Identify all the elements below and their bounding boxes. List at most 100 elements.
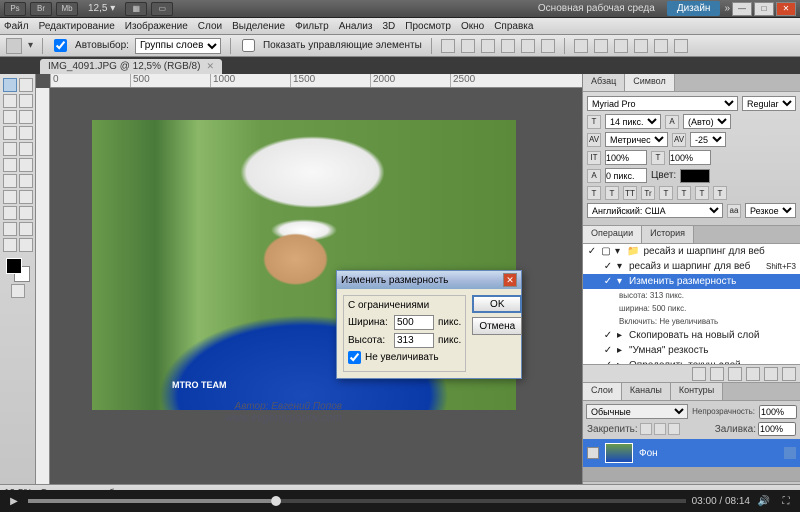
- tab-close-icon[interactable]: ✕: [206, 61, 214, 72]
- menu-help[interactable]: Справка: [494, 21, 533, 32]
- path-tool[interactable]: [3, 206, 17, 220]
- play-button[interactable]: ▶: [6, 493, 22, 509]
- move-tool[interactable]: [3, 78, 17, 92]
- menu-image[interactable]: Изображение: [125, 21, 188, 32]
- menu-filter[interactable]: Фильтр: [295, 21, 329, 32]
- minimize-button[interactable]: —: [732, 2, 752, 16]
- distribute-icon[interactable]: [654, 39, 668, 53]
- align-icon[interactable]: [541, 39, 555, 53]
- zoom-tool[interactable]: [19, 238, 33, 252]
- style-smallcaps-icon[interactable]: Tr: [641, 186, 655, 200]
- app-icon-br[interactable]: Br: [30, 2, 52, 16]
- menu-window[interactable]: Окно: [461, 21, 484, 32]
- gradient-tool[interactable]: [19, 158, 33, 172]
- action-step-selected[interactable]: ✓▾Изменить размерность: [583, 274, 800, 289]
- menu-3d[interactable]: 3D: [382, 21, 395, 32]
- hscale-input[interactable]: [669, 150, 711, 165]
- lock-pixels-icon[interactable]: [640, 423, 652, 435]
- quickmask-tool[interactable]: [11, 284, 25, 298]
- width-input[interactable]: [394, 315, 434, 330]
- fill-input[interactable]: [758, 422, 796, 436]
- lock-position-icon[interactable]: [654, 423, 666, 435]
- menu-file[interactable]: Файл: [4, 21, 29, 32]
- seek-knob[interactable]: [271, 496, 281, 506]
- ok-button[interactable]: OK: [472, 295, 522, 313]
- align-icon[interactable]: [461, 39, 475, 53]
- style-italic-icon[interactable]: T: [605, 186, 619, 200]
- menu-analysis[interactable]: Анализ: [339, 21, 373, 32]
- eraser-tool[interactable]: [3, 158, 17, 172]
- crop-tool[interactable]: [3, 110, 17, 124]
- dialog-titlebar[interactable]: Изменить размерность ✕: [337, 271, 521, 289]
- workspace-design-button[interactable]: Дизайн: [667, 1, 721, 16]
- distribute-icon[interactable]: [674, 39, 688, 53]
- autoselect-type-dropdown[interactable]: Группы слоев: [135, 38, 221, 54]
- menu-layer[interactable]: Слои: [198, 21, 222, 32]
- autoselect-checkbox[interactable]: [54, 39, 67, 52]
- tab-channels[interactable]: Каналы: [622, 383, 671, 400]
- tab-layers[interactable]: Слои: [583, 383, 622, 400]
- fullscreen-icon[interactable]: ⛶: [778, 493, 794, 509]
- no-upscale-checkbox[interactable]: [348, 351, 361, 364]
- layer-item[interactable]: Фон: [583, 439, 800, 467]
- distribute-icon[interactable]: [594, 39, 608, 53]
- foreground-color[interactable]: [6, 258, 22, 274]
- blend-mode-dropdown[interactable]: Обычные: [586, 404, 688, 419]
- visibility-icon[interactable]: [587, 447, 599, 459]
- wand-tool[interactable]: [19, 94, 33, 108]
- tracking-dropdown[interactable]: -25: [690, 132, 726, 147]
- action-step[interactable]: ✓▸"Умная" резкость: [583, 343, 800, 358]
- cancel-button[interactable]: Отмена: [472, 317, 522, 335]
- align-icon[interactable]: [481, 39, 495, 53]
- menu-view[interactable]: Просмотр: [405, 21, 451, 32]
- record-icon[interactable]: [710, 367, 724, 381]
- menu-select[interactable]: Выделение: [232, 21, 285, 32]
- style-sub-icon[interactable]: T: [677, 186, 691, 200]
- distribute-icon[interactable]: [614, 39, 628, 53]
- screen-icon[interactable]: ▭: [151, 2, 173, 16]
- action-set[interactable]: ✓▢▾📁ресайз и шарпинг для веб: [583, 244, 800, 259]
- font-family-dropdown[interactable]: Myriad Pro: [587, 96, 738, 111]
- font-size-dropdown[interactable]: 14 пикс.: [605, 114, 661, 129]
- distribute-icon[interactable]: [574, 39, 588, 53]
- shape-tool[interactable]: [19, 206, 33, 220]
- seek-bar[interactable]: [28, 499, 686, 503]
- tab-paths[interactable]: Контуры: [671, 383, 723, 400]
- font-style-dropdown[interactable]: Regular: [742, 96, 796, 111]
- tool-preset-dropdown[interactable]: ▾: [28, 40, 33, 51]
- volume-icon[interactable]: 🔊: [756, 493, 772, 509]
- lock-all-icon[interactable]: [668, 423, 680, 435]
- action-step[interactable]: ✓▸Скопировать на новый слой: [583, 328, 800, 343]
- new-action-icon[interactable]: [764, 367, 778, 381]
- brush-tool[interactable]: [19, 126, 33, 140]
- kerning-dropdown[interactable]: Метричес: [605, 132, 668, 147]
- trash-icon[interactable]: [782, 367, 796, 381]
- baseline-input[interactable]: [605, 168, 647, 183]
- dialog-close-icon[interactable]: ✕: [503, 273, 517, 287]
- stop-icon[interactable]: [692, 367, 706, 381]
- tab-actions[interactable]: Операции: [583, 226, 642, 243]
- lasso-tool[interactable]: [3, 94, 17, 108]
- antialias-dropdown[interactable]: Резкое: [745, 203, 796, 218]
- camera-tool[interactable]: [19, 222, 33, 236]
- show-controls-checkbox[interactable]: [242, 39, 255, 52]
- style-strike-icon[interactable]: T: [713, 186, 727, 200]
- 3d-tool[interactable]: [3, 222, 17, 236]
- distribute-icon[interactable]: [634, 39, 648, 53]
- language-dropdown[interactable]: Английский: США: [587, 203, 723, 218]
- action-item[interactable]: ✓▾ресайз и шарпинг для вебShift+F3: [583, 259, 800, 274]
- vscale-input[interactable]: [605, 150, 647, 165]
- align-icon[interactable]: [441, 39, 455, 53]
- style-underline-icon[interactable]: T: [695, 186, 709, 200]
- close-button[interactable]: ✕: [776, 2, 796, 16]
- play-icon[interactable]: [728, 367, 742, 381]
- tab-character[interactable]: Символ: [625, 74, 674, 91]
- tab-paragraph[interactable]: Абзац: [583, 74, 625, 91]
- maximize-button[interactable]: □: [754, 2, 774, 16]
- layer-thumbnail[interactable]: [605, 443, 633, 463]
- app-icon-ps[interactable]: Ps: [4, 2, 26, 16]
- history-brush-tool[interactable]: [19, 142, 33, 156]
- menu-edit[interactable]: Редактирование: [39, 21, 115, 32]
- marquee-tool[interactable]: [19, 78, 33, 92]
- style-caps-icon[interactable]: TT: [623, 186, 637, 200]
